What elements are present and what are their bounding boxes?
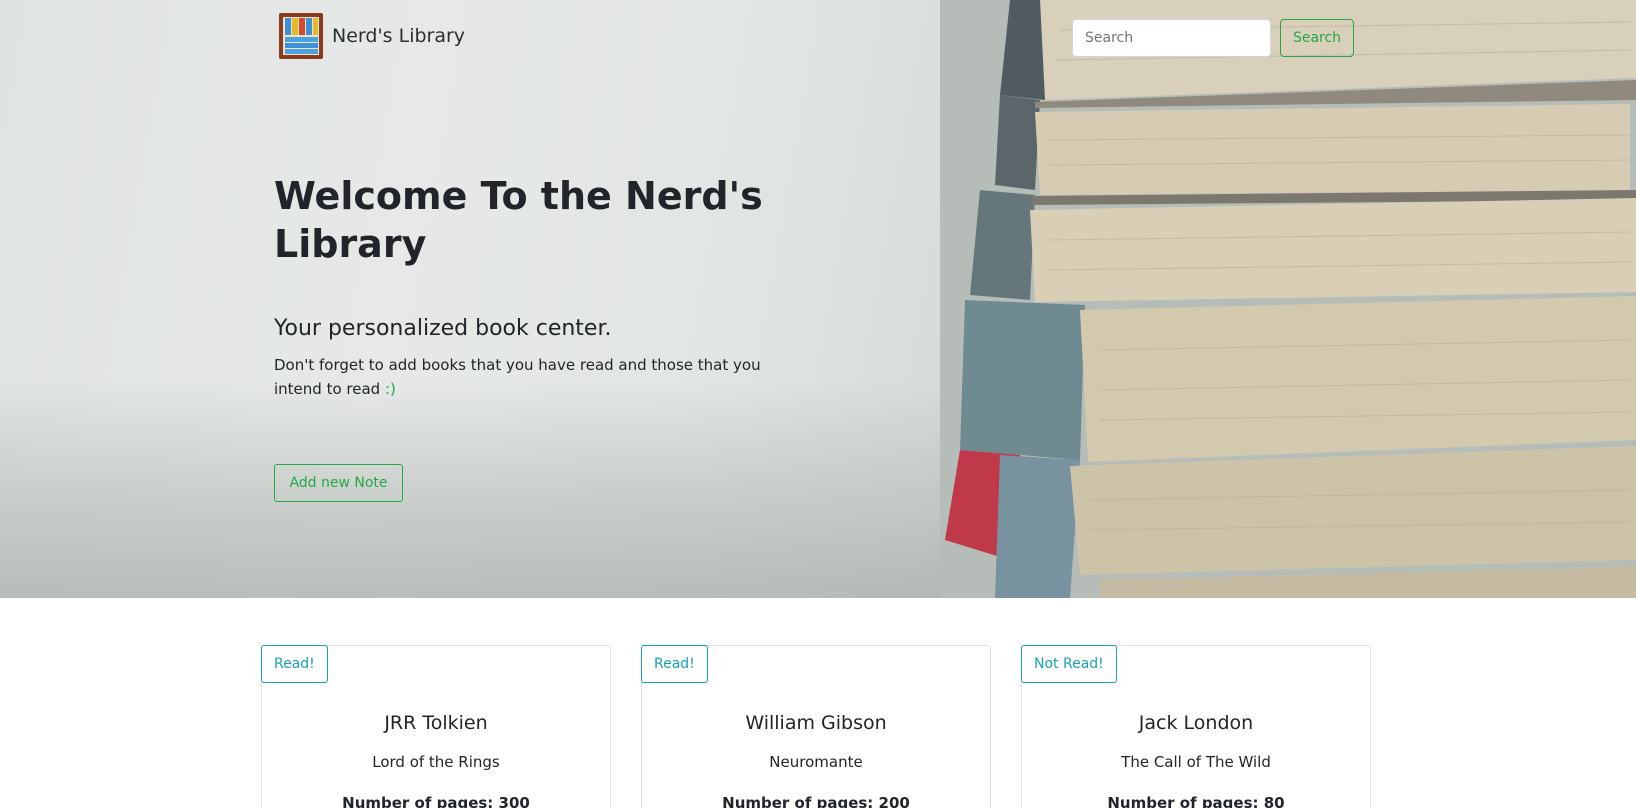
hero-subtitle: Your personalized book center. <box>274 316 612 341</box>
book-title: Neuromante <box>769 753 863 771</box>
smiley-text: :) <box>384 380 396 398</box>
navbar-brand[interactable]: Nerd's Library <box>278 12 465 60</box>
bookshelf-icon <box>279 13 323 59</box>
book-stack-image <box>940 0 1636 598</box>
book-pages: Number of pages: 300 <box>342 794 530 808</box>
book-author: William Gibson <box>745 712 887 734</box>
read-status-button[interactable]: Not Read! <box>1021 645 1117 683</box>
book-author: JRR Tolkien <box>384 712 488 734</box>
book-title: Lord of the Rings <box>372 753 500 771</box>
hero-description-text: Don't forget to add books that you have … <box>274 356 761 398</box>
book-title: The Call of The Wild <box>1121 753 1271 771</box>
page-title: Welcome To the Nerd's Library <box>274 174 763 266</box>
book-card: Read! JRR Tolkien Lord of the Rings Numb… <box>261 645 611 808</box>
book-pages: Number of pages: 200 <box>722 794 910 808</box>
read-status-button[interactable]: Read! <box>261 645 328 683</box>
book-card: Not Read! Jack London The Call of The Wi… <box>1021 645 1371 808</box>
read-status-button[interactable]: Read! <box>641 645 708 683</box>
book-author: Jack London <box>1138 712 1254 734</box>
book-pages: Number of pages: 80 <box>1107 794 1285 808</box>
hero-description: Don't forget to add books that you have … <box>274 353 794 401</box>
add-note-button[interactable]: Add new Note <box>274 464 403 502</box>
hero-banner <box>0 0 1636 598</box>
search-button[interactable]: Search <box>1280 19 1354 57</box>
search-input[interactable] <box>1072 19 1271 57</box>
book-card: Read! William Gibson Neuromante Number o… <box>641 645 991 808</box>
brand-name: Nerd's Library <box>332 25 466 47</box>
hero-background-fog <box>0 380 1000 598</box>
